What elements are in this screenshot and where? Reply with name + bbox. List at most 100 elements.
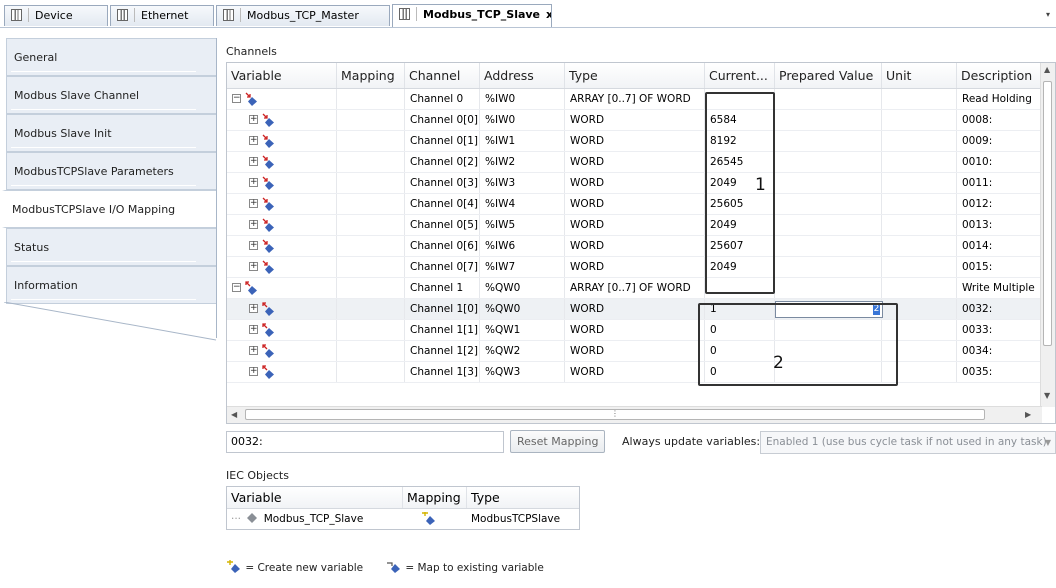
table-row[interactable]: + Channel 0[2] %IW2 WORD 26545 0010: [227, 152, 1042, 173]
expand-icon[interactable]: + [249, 157, 258, 166]
mapping-cell[interactable] [337, 299, 405, 320]
prepared-value-cell[interactable] [775, 152, 882, 173]
table-row[interactable]: + Channel 1[3] %QW3 WORD 0 0035: [227, 362, 1042, 383]
prepared-value-cell[interactable] [775, 257, 882, 278]
reset-mapping-button[interactable]: Reset Mapping [510, 430, 606, 453]
col-type[interactable]: Type [565, 63, 705, 88]
mapping-cell[interactable] [337, 173, 405, 194]
tab-modbus-tcp-slave[interactable]: Modbus_TCP_Slavex [392, 4, 552, 27]
scroll-left-icon[interactable]: ◀ [231, 410, 237, 419]
table-row[interactable]: + Channel 0[1] %IW1 WORD 8192 0009: [227, 131, 1042, 152]
table-row[interactable]: + Channel 0[4] %IW4 WORD 25605 0012: [227, 194, 1042, 215]
horizontal-scroll-thumb[interactable]: ⋮ [245, 409, 985, 420]
mapping-cell[interactable] [337, 257, 405, 278]
tab-ethernet[interactable]: Ethernet [110, 5, 214, 26]
expand-icon[interactable]: + [249, 115, 258, 124]
mapping-cell[interactable] [337, 341, 405, 362]
mapping-cell[interactable] [337, 215, 405, 236]
channels-horizontal-scrollbar[interactable]: ◀ ⋮ ▶ [227, 406, 1042, 423]
prepared-value-cell[interactable] [775, 215, 882, 236]
expand-icon[interactable]: + [249, 304, 258, 313]
selected-address-field[interactable]: 0032: [226, 431, 504, 453]
variable-cell[interactable]: + [227, 173, 337, 194]
variable-cell[interactable]: + [227, 194, 337, 215]
mapping-cell[interactable] [337, 194, 405, 215]
mapping-cell[interactable] [337, 110, 405, 131]
expand-icon[interactable]: + [249, 241, 258, 250]
variable-cell[interactable]: + [227, 341, 337, 362]
expand-icon[interactable]: + [249, 199, 258, 208]
table-row[interactable]: + Channel 0[5] %IW5 WORD 2049 0013: [227, 215, 1042, 236]
variable-cell[interactable]: + [227, 110, 337, 131]
table-row[interactable]: + Channel 1[2] %QW2 WORD 0 0034: [227, 341, 1042, 362]
tab-list-dropdown-icon[interactable]: ▾ [1046, 10, 1050, 19]
col-current[interactable]: Current... [705, 63, 775, 88]
vertical-scroll-thumb[interactable] [1043, 81, 1052, 346]
expand-icon[interactable]: + [249, 346, 258, 355]
tab-modbus-tcp-master[interactable]: Modbus_TCP_Master [216, 5, 390, 26]
expand-icon[interactable]: + [249, 262, 258, 271]
prepared-value-cell[interactable] [775, 131, 882, 152]
expand-icon[interactable]: + [249, 178, 258, 187]
mapping-cell[interactable] [337, 236, 405, 257]
sidebar-item[interactable]: Modbus Slave Init [6, 114, 216, 152]
sidebar-item[interactable]: Status [6, 228, 216, 266]
sidebar-item[interactable]: ModbusTCPSlave I/O Mapping [2, 190, 216, 228]
mapping-cell[interactable] [337, 89, 405, 110]
variable-cell[interactable]: + [227, 362, 337, 383]
always-update-select[interactable]: Enabled 1 (use bus cycle task if not use… [760, 431, 1056, 454]
col-prepared-value[interactable]: Prepared Value [775, 63, 882, 88]
close-tab-icon[interactable]: x [546, 8, 551, 21]
prepared-value-cell[interactable] [775, 236, 882, 257]
sidebar-item[interactable]: Information [6, 266, 216, 304]
iec-col-variable[interactable]: Variable [227, 487, 403, 508]
expand-icon[interactable]: + [249, 220, 258, 229]
mapping-cell[interactable] [337, 320, 405, 341]
expand-icon[interactable]: + [249, 367, 258, 376]
tab-device[interactable]: Device [4, 5, 108, 26]
variable-cell[interactable]: + [227, 320, 337, 341]
col-mapping[interactable]: Mapping [337, 63, 405, 88]
expand-icon[interactable]: + [249, 325, 258, 334]
collapse-icon[interactable]: − [232, 94, 241, 103]
variable-cell[interactable]: + [227, 131, 337, 152]
scroll-up-icon[interactable]: ▲ [1044, 65, 1050, 74]
prepared-value-cell[interactable] [775, 173, 882, 194]
scroll-down-icon[interactable]: ▼ [1044, 391, 1050, 400]
variable-cell[interactable]: + [227, 299, 337, 320]
mapping-cell[interactable] [337, 278, 405, 299]
table-row[interactable]: + Channel 1[0] %QW0 WORD 1 2 0032: [227, 299, 1042, 320]
sidebar-item[interactable]: Modbus Slave Channel [6, 76, 216, 114]
mapping-cell[interactable] [337, 362, 405, 383]
col-unit[interactable]: Unit [882, 63, 957, 88]
mapping-cell[interactable] [337, 131, 405, 152]
iec-col-type[interactable]: Type [467, 487, 581, 508]
variable-cell[interactable]: + [227, 236, 337, 257]
col-variable[interactable]: Variable [227, 63, 337, 88]
iec-row-variable[interactable]: ··· Modbus_TCP_Slave [227, 508, 403, 530]
collapse-icon[interactable]: − [232, 283, 241, 292]
table-row[interactable]: − Channel 0 %IW0 ARRAY [0..7] OF WORD Read H… [227, 89, 1042, 110]
variable-cell[interactable]: − [227, 278, 337, 299]
mapping-cell[interactable] [337, 152, 405, 173]
table-row[interactable]: + Channel 0[3] %IW3 WORD 2049 0011: [227, 173, 1042, 194]
prepared-value-cell[interactable] [775, 278, 882, 299]
scroll-right-icon[interactable]: ▶ [1025, 410, 1031, 419]
expand-icon[interactable]: + [249, 136, 258, 145]
table-row[interactable]: − Channel 1 %QW0 ARRAY [0..7] OF WORD Write … [227, 278, 1042, 299]
table-row[interactable]: + Channel 1[1] %QW1 WORD 0 0033: [227, 320, 1042, 341]
col-address[interactable]: Address [480, 63, 565, 88]
col-channel[interactable]: Channel [405, 63, 480, 88]
variable-cell[interactable]: + [227, 215, 337, 236]
variable-cell[interactable]: + [227, 152, 337, 173]
channels-vertical-scrollbar[interactable]: ▲ ▼ [1040, 63, 1055, 407]
prepared-value-cell[interactable] [775, 89, 882, 110]
prepared-value-cell[interactable] [775, 194, 882, 215]
sidebar-item[interactable]: ModbusTCPSlave Parameters [6, 152, 216, 190]
variable-cell[interactable]: + [227, 257, 337, 278]
table-row[interactable]: + Channel 0[0] %IW0 WORD 6584 0008: [227, 110, 1042, 131]
sidebar-item[interactable]: General [6, 38, 216, 76]
table-row[interactable]: + Channel 0[6] %IW6 WORD 25607 0014: [227, 236, 1042, 257]
iec-col-mapping[interactable]: Mapping [403, 487, 467, 508]
variable-cell[interactable]: − [227, 89, 337, 110]
